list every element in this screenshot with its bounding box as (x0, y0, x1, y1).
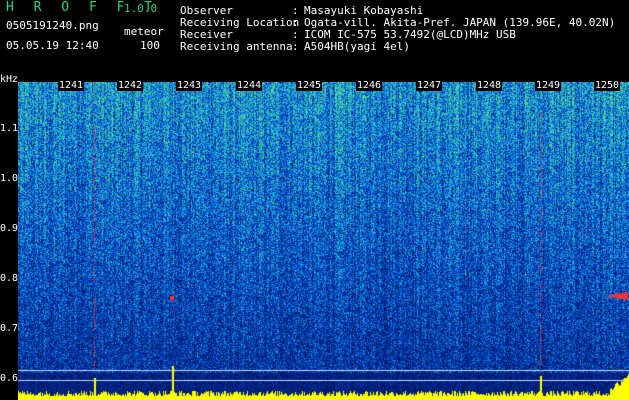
y-tick-label: 0.9 (0, 223, 19, 234)
filename-label: 0505191240.png (6, 19, 99, 32)
minute-label: 1248 (476, 80, 503, 91)
minute-label: 1247 (416, 80, 443, 91)
y-tick-label: 0.7 (0, 323, 19, 334)
minute-label: 1249 (535, 80, 562, 91)
y-tick-label: 1.0 (0, 173, 19, 184)
header-panel: H R O F F T 1.0.0 0505191240.png meteor … (0, 0, 629, 82)
minute-label: 1241 (58, 80, 85, 91)
app-version: 1.0.0 (124, 2, 158, 15)
minute-label: 1243 (176, 80, 203, 91)
separator: : (292, 40, 299, 53)
minute-label: 1250 (594, 80, 621, 91)
y-tick-label: 0.6 (0, 373, 19, 384)
datetime-label: 05.05.19 12:40 (6, 39, 99, 52)
count-label: 100 (140, 39, 160, 52)
minute-label: 1246 (356, 80, 383, 91)
y-tick-label: 0.8 (0, 273, 19, 284)
mode-label: meteor (124, 25, 164, 38)
minute-label: 1244 (236, 80, 263, 91)
antenna-value: A504HB(yagi 4el) (304, 40, 410, 53)
y-tick-label: 1.1 (0, 123, 19, 134)
minute-label: 1245 (296, 80, 323, 91)
antenna-label: Receiving antenna (180, 40, 293, 53)
spectrogram-canvas (18, 82, 629, 400)
axis-unit-label: kHz (0, 74, 19, 85)
minute-label: 1242 (117, 80, 144, 91)
